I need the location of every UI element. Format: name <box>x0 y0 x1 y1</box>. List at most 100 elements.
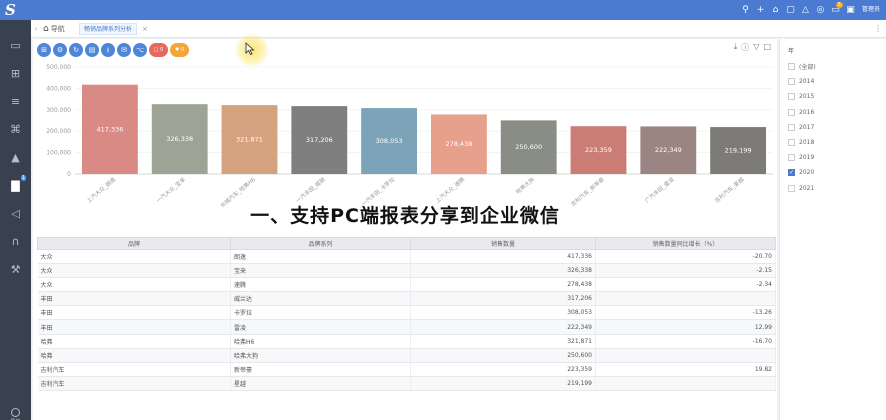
caption-banner: 一、支持PC端报表分享到企业微信 <box>250 205 560 227</box>
report-icon[interactable]: ▇ 1 <box>8 175 26 193</box>
table-row[interactable]: 丰田 威兰达 317,206 <box>37 291 776 307</box>
notification-badge: 5 <box>835 2 843 8</box>
year-filter-label: 2019 <box>799 154 815 162</box>
year-filter-item[interactable]: 2015 <box>788 91 814 102</box>
checkbox[interactable] <box>788 139 795 146</box>
table-row[interactable]: 大众 速腾 278,438 -2.34 <box>37 277 776 293</box>
email-button[interactable]: ✉ <box>117 43 131 57</box>
refresh-button[interactable]: ↻ <box>69 43 83 57</box>
table-cell: 卡罗拉 <box>230 305 411 321</box>
report-panel: ⊞ ⚙ ↻ ▤ ⭳ ✉ ⌥ □ 0 ♥ 0 ⤓ ⓘ ▽ □ 0 100,000 20… <box>33 33 777 420</box>
comment-count: 0 <box>160 47 164 53</box>
y-tick-label: 100,000 <box>46 150 71 157</box>
year-filter-item[interactable]: 2019 <box>788 152 814 163</box>
year-filter-item[interactable]: 2017 <box>788 122 814 133</box>
tools-icon[interactable]: ⚒ <box>8 262 23 277</box>
tab-close-icon[interactable]: × <box>142 20 148 38</box>
table-row[interactable]: 吉利汽车 星越 219,199 <box>37 376 776 391</box>
table-cell: 丰田 <box>37 305 231 321</box>
bell-icon[interactable]: △ <box>798 0 813 20</box>
checkbox[interactable] <box>788 78 795 86</box>
home-icon[interactable]: ⌂ <box>768 0 783 20</box>
search-icon[interactable]: ⚲ <box>738 0 753 20</box>
column-header[interactable]: 品牌 <box>37 237 231 250</box>
like-count: 0 <box>180 47 185 53</box>
column-header[interactable]: 销售数量同比增长（%） <box>595 237 776 250</box>
table-cell: -2.34 <box>595 277 776 293</box>
user-icon[interactable]: ▣ <box>843 0 858 20</box>
year-filter-label: 2018 <box>799 139 815 146</box>
year-filter-item[interactable]: (全部) <box>788 61 816 72</box>
year-filter-item[interactable]: 2016 <box>788 107 814 118</box>
table-row[interactable]: 大众 宝来 326,338 -2.15 <box>37 263 776 279</box>
year-filter-item[interactable]: ✓ 2020 <box>788 167 814 178</box>
tab-scroll-left-icon[interactable]: ‹ <box>32 20 40 38</box>
y-tick-label: 300,000 <box>46 107 71 114</box>
year-filter-item[interactable]: 2021 <box>788 183 814 194</box>
robot-icon[interactable]: ◎ <box>813 0 828 20</box>
column-header[interactable]: 品牌系列 <box>230 237 411 250</box>
checkbox[interactable] <box>788 63 795 70</box>
checkbox[interactable]: ✓ <box>788 169 795 177</box>
table-header-row: 品牌 品牌系列 销售数量 销售数量同比增长（%） <box>37 237 776 250</box>
sidebar-nav-toggle[interactable]: 导航 <box>4 408 27 420</box>
year-filter-label: 2017 <box>799 123 815 131</box>
year-filter-item[interactable]: 2018 <box>788 137 814 148</box>
column-header[interactable]: 销售数量 <box>410 237 596 250</box>
table-row[interactable]: 哈弗 哈弗大狗 250,600 <box>37 348 776 363</box>
table-cell: 丰田 <box>37 291 231 307</box>
app-logo[interactable]: S <box>5 2 23 18</box>
message-icon[interactable]: ▭ 5 <box>828 0 843 20</box>
export-button[interactable]: ⭳ <box>101 43 115 57</box>
user-name[interactable]: 管理员 <box>862 0 880 20</box>
model-icon[interactable]: ▲ <box>8 150 23 165</box>
tab-home[interactable]: ⌂ 导航 <box>43 20 65 38</box>
bar-value-label: 250,600 <box>515 143 542 151</box>
table-cell: 哈弗大狗 <box>230 348 411 363</box>
table-cell: 朗逸 <box>230 249 411 265</box>
checkbox[interactable] <box>788 108 795 116</box>
checkbox[interactable] <box>788 154 795 162</box>
table-row[interactable]: 哈弗 哈弗H6 321,871 -16.70 <box>37 334 776 349</box>
tab-sales-analysis[interactable]: 畅销品牌系列分析 <box>79 23 138 35</box>
table-cell: 吉利汽车 <box>37 362 231 377</box>
checkbox[interactable] <box>788 123 795 131</box>
tab-more-icon[interactable]: ⋮ <box>874 20 882 38</box>
send-icon[interactable]: ◁ <box>8 206 23 221</box>
left-sidebar: ▭ ⊞ ≡ ⌘ ▲ ▇1 ◁ ∩ ⚒ 导航 <box>0 20 31 420</box>
database-icon[interactable]: ≡ <box>8 94 23 109</box>
lock-icon[interactable]: ▢ <box>783 0 798 20</box>
like-button[interactable]: ♥ 0 <box>170 43 189 57</box>
share-button[interactable]: ⌥ <box>133 43 147 57</box>
table-row[interactable]: 吉利汽车 新帝豪 223,359 19.82 <box>37 362 776 377</box>
grid-view-button[interactable]: ⊞ <box>37 43 51 57</box>
comment-button[interactable]: □ 0 <box>149 43 168 57</box>
table-cell: 219,199 <box>410 376 596 391</box>
info-icon[interactable]: ⓘ <box>741 42 749 53</box>
settings-button[interactable]: ⚙ <box>53 43 67 57</box>
bar-value-label: 223,359 <box>585 146 612 154</box>
grid-icon[interactable]: ⊞ <box>8 66 23 81</box>
table-cell: -20.70 <box>595 249 776 265</box>
table-cell: 278,438 <box>410 277 596 293</box>
table-row[interactable]: 丰田 雷凌 222,349 12.99 <box>37 319 776 335</box>
maximize-icon[interactable]: □ <box>763 42 771 53</box>
table-row[interactable]: 丰田 卡罗拉 308,053 -13.26 <box>37 305 776 321</box>
print-button[interactable]: ▤ <box>85 43 99 57</box>
monitor-icon[interactable]: ▭ <box>8 38 23 53</box>
headset-icon[interactable]: ∩ <box>8 234 23 249</box>
table-row[interactable]: 大众 朗逸 417,336 -20.70 <box>37 249 776 265</box>
checkbox[interactable] <box>788 184 795 192</box>
table-cell: 星越 <box>230 376 411 391</box>
download-icon[interactable]: ⤓ <box>734 42 738 53</box>
add-icon[interactable]: + <box>753 0 768 20</box>
year-filter-label: 2020 <box>799 169 815 177</box>
checkbox[interactable] <box>788 93 795 101</box>
sales-table: 品牌 品牌系列 销售数量 销售数量同比增长（%） 大众 朗逸 417,336 -20.70 大… <box>37 237 776 391</box>
table-cell: 大众 <box>37 277 231 293</box>
table-cell: 222,349 <box>410 319 596 335</box>
year-filter-item[interactable]: 2014 <box>788 76 814 87</box>
year-filter-label: (全部) <box>799 64 816 71</box>
dataset-icon[interactable]: ⌘ <box>8 122 23 137</box>
filter-icon[interactable]: ▽ <box>753 42 759 53</box>
